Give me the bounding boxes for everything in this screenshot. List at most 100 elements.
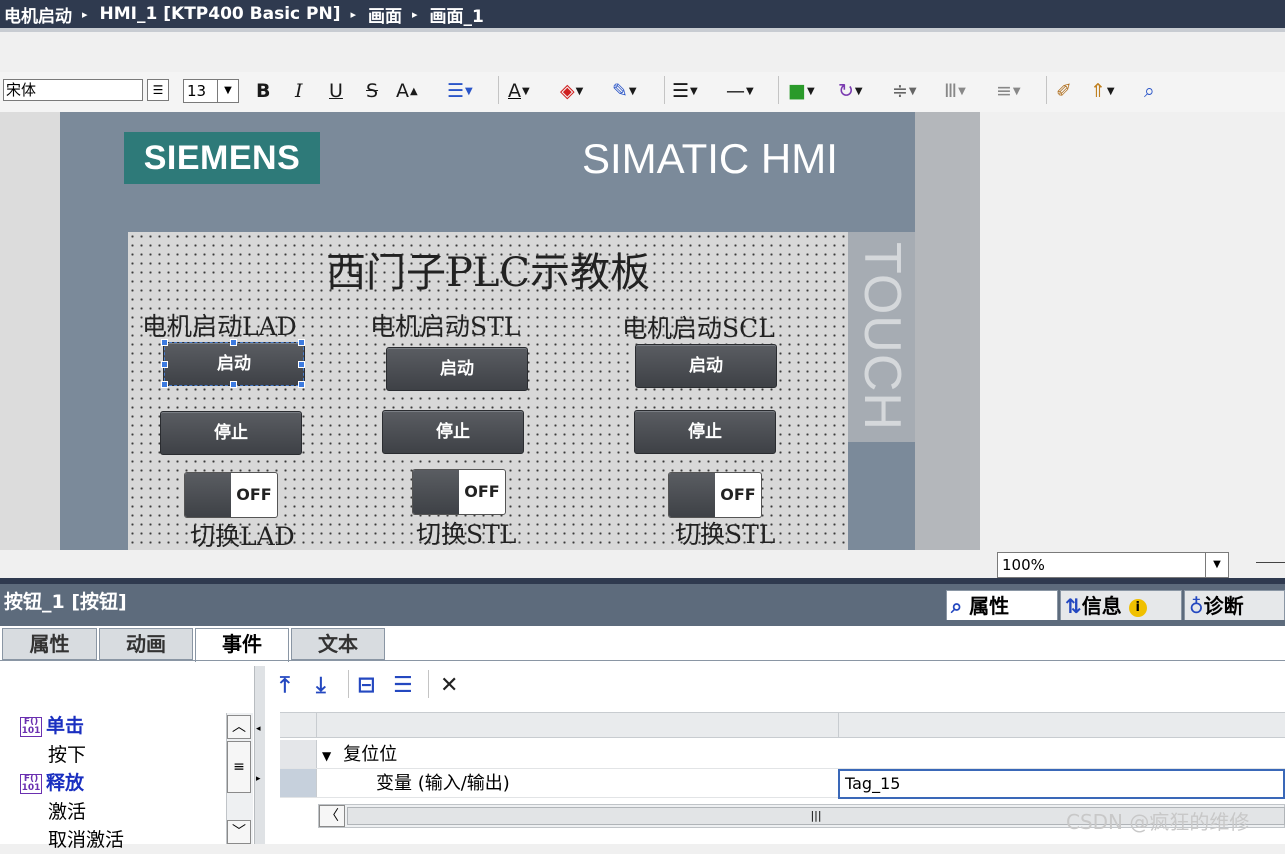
italic-button[interactable]: I — [295, 78, 303, 104]
pane-splitter[interactable] — [254, 666, 265, 844]
switch-lad[interactable]: OFF — [184, 472, 278, 518]
tab-diagnostics[interactable]: ♁诊断 — [1184, 590, 1285, 622]
expand-all-icon[interactable]: ☰ — [393, 672, 413, 700]
line-color-button[interactable]: ✎▼ — [612, 78, 637, 104]
info-icon: ⇅ — [1065, 594, 1082, 618]
stop-button-lad[interactable]: 停止 — [160, 411, 302, 455]
tab-text[interactable]: 文本 — [291, 628, 385, 660]
breadcrumb-project[interactable]: 电机启动 — [4, 2, 72, 27]
chevron-down-icon[interactable]: ▼ — [1205, 553, 1228, 577]
breadcrumb: 电机启动 ▸ HMI_1 [KTP400 Basic PN] ▸ 画面 ▸ 画面… — [0, 0, 1285, 28]
paint-bucket-icon: ◈ — [560, 80, 575, 102]
same-size-icon: ≡ — [996, 80, 1012, 102]
device-frame-lower — [848, 442, 915, 550]
start-button-scl[interactable]: 启动 — [635, 344, 777, 388]
resize-handle[interactable] — [161, 381, 168, 388]
resize-handle[interactable] — [161, 361, 168, 368]
event-activate[interactable]: 激活 — [48, 798, 86, 826]
resize-handle[interactable] — [298, 381, 305, 388]
breadcrumb-screens[interactable]: 画面 — [368, 2, 402, 27]
bold-button[interactable]: B — [256, 78, 270, 104]
font-color-button[interactable]: A▼ — [508, 78, 530, 104]
bring-front-button[interactable]: ⇑▼ — [1090, 78, 1115, 104]
distribute-button[interactable]: Ⅲ▼ — [944, 78, 966, 104]
switch-label-scl[interactable]: 切换STL — [675, 520, 775, 550]
tab-events[interactable]: 事件 — [195, 628, 289, 662]
grow-font-button[interactable]: A▲ — [396, 78, 418, 104]
dropdown-arrow-icon: ▼ — [575, 85, 584, 97]
strikethrough-button[interactable]: S — [366, 78, 378, 104]
start-button-stl[interactable]: 启动 — [386, 347, 528, 391]
event-deactivate[interactable]: 取消激活 — [48, 826, 124, 854]
event-click[interactable]: F() 101 单击 — [20, 712, 84, 740]
toolbar-separator — [348, 670, 349, 698]
bring-front-icon: ⇑ — [1090, 80, 1106, 102]
label-motor-start-lad[interactable]: 电机启动LAD — [142, 312, 297, 342]
move-down-icon[interactable]: ⤓ — [316, 672, 326, 700]
canvas-empty-area[interactable] — [980, 112, 1285, 550]
tab-animation[interactable]: 动画 — [99, 628, 193, 660]
zoom-slider[interactable] — [1256, 562, 1285, 575]
tab-props[interactable]: 属性 — [2, 628, 97, 660]
switch-stl[interactable]: OFF — [412, 469, 506, 515]
resize-handle[interactable] — [230, 381, 237, 388]
switch-state: OFF — [236, 485, 272, 504]
function-entry[interactable]: ▼ 复位位 — [322, 741, 397, 769]
selection-frame — [164, 342, 304, 386]
switch-label-stl[interactable]: 切换STL — [416, 520, 516, 550]
arrange-button[interactable]: ■▼ — [788, 78, 815, 104]
label-motor-start-stl[interactable]: 电机启动STL — [370, 312, 520, 342]
scroll-thumb[interactable]: ≡ — [227, 741, 251, 793]
fill-color-button[interactable]: ◈▼ — [560, 78, 583, 104]
breadcrumb-separator-icon: ▸ — [82, 7, 88, 21]
chevron-down-icon[interactable]: ﹀ — [227, 820, 251, 844]
zoom-area-button[interactable]: ⌕ — [1144, 78, 1155, 104]
function-row[interactable] — [280, 740, 1285, 769]
switch-label-lad[interactable]: 切换LAD — [190, 522, 295, 552]
font-name-field[interactable]: 宋体 — [3, 79, 143, 101]
tag-input[interactable]: Tag_15 — [838, 769, 1285, 799]
param-label: 变量 (输入/输出) — [376, 773, 510, 794]
event-press[interactable]: 按下 — [48, 741, 86, 769]
label-motor-start-scl[interactable]: 电机启动SCL — [622, 314, 775, 344]
chevron-up-icon[interactable]: ︿ — [227, 715, 251, 739]
breadcrumb-device[interactable]: HMI_1 [KTP400 Basic PN] — [100, 4, 341, 24]
breadcrumb-screen[interactable]: 画面_1 — [430, 2, 484, 27]
title-divider — [0, 28, 1285, 32]
line-style-button[interactable]: —▼ — [726, 78, 754, 104]
delete-icon[interactable]: ✕ — [440, 672, 458, 700]
font-size-dropdown[interactable]: 13 ▼ — [183, 79, 239, 103]
zoom-dropdown[interactable]: 100% ▼ — [997, 552, 1229, 578]
same-size-button[interactable]: ≡▼ — [996, 78, 1021, 104]
tab-properties[interactable]: ⌕ 属性 — [946, 590, 1058, 622]
resize-handle[interactable] — [298, 339, 305, 346]
dropdown-arrow-icon: ▼ — [958, 85, 966, 97]
font-picker-icon[interactable]: ☰ — [147, 79, 169, 101]
inspector-object-title: 按钮_1 [按钮] — [4, 591, 127, 613]
expand-triangle-icon[interactable]: ▼ — [322, 749, 331, 763]
stop-button-stl[interactable]: 停止 — [382, 410, 524, 454]
event-icon: F() 101 — [20, 773, 42, 794]
underline-button[interactable]: U — [329, 78, 343, 104]
collapse-left-icon[interactable]: ◂ — [256, 724, 261, 734]
align-text-button[interactable]: ☰▼ — [447, 78, 473, 104]
rotate-button[interactable]: ↻▼ — [838, 78, 863, 104]
stop-button-scl[interactable]: 停止 — [634, 410, 776, 454]
chevron-down-icon[interactable]: ▼ — [217, 80, 238, 102]
align-objects-button[interactable]: ≑▼ — [892, 78, 917, 104]
resize-handle[interactable] — [230, 339, 237, 346]
chevron-left-icon[interactable]: 〈 — [319, 805, 345, 827]
switch-scl[interactable]: OFF — [668, 472, 762, 518]
resize-handle[interactable] — [298, 361, 305, 368]
collapse-all-icon[interactable]: ⊟ — [357, 672, 375, 700]
move-up-icon[interactable]: ⤒ — [280, 672, 290, 700]
expand-right-icon[interactable]: ▸ — [256, 774, 261, 784]
tab-info[interactable]: ⇅信息 i — [1060, 590, 1182, 622]
watermark: CSDN @疯狂的维修 — [1066, 810, 1250, 834]
format-painter-button[interactable]: ✐ — [1056, 78, 1072, 104]
grow-font-icon: A — [396, 80, 409, 102]
event-release[interactable]: F() 101 释放 — [20, 769, 84, 797]
hmi-screen-title[interactable]: 西门子PLC示教板 — [128, 248, 848, 298]
resize-handle[interactable] — [161, 339, 168, 346]
line-width-button[interactable]: ☰▼ — [672, 78, 698, 104]
